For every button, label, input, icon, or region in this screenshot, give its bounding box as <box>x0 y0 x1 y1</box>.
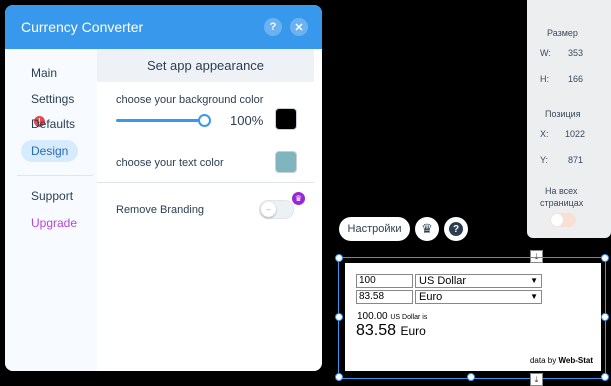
sidebar-item-upgrade[interactable]: Upgrade <box>21 212 87 234</box>
sidebar-item-label: Upgrade <box>31 216 78 230</box>
sidebar-item-label: Support <box>31 189 74 203</box>
resize-handle[interactable] <box>601 313 609 321</box>
position-title: Позиция <box>545 109 581 119</box>
chevron-down-icon: ▼ <box>530 292 538 301</box>
sidebar-item-defaults[interactable]: Defaults <box>21 113 85 135</box>
source-currency: US Dollar is <box>390 314 428 321</box>
dialog-title: Currency Converter <box>21 19 144 35</box>
sidebar-item-label: Main <box>31 66 58 80</box>
data-credit: data by Web-Stat <box>530 356 593 365</box>
bg-color-swatch[interactable] <box>275 108 297 130</box>
amount-input-2[interactable]: 83.58 <box>356 290 413 304</box>
credit-link[interactable]: Web-Stat <box>558 356 593 365</box>
sidebar-item-design[interactable]: Design <box>21 140 79 162</box>
y-label: Y: <box>540 155 549 165</box>
conversion-result: 83.58 Euro <box>356 322 426 340</box>
currency-select-value: Euro <box>419 291 443 303</box>
text-color-swatch[interactable] <box>275 151 297 173</box>
width-value[interactable]: 353 <box>568 48 583 58</box>
remove-branding-label: Remove Branding <box>116 204 205 216</box>
resize-handle[interactable] <box>467 373 475 381</box>
sidebar-item-label: Design <box>31 144 69 158</box>
opacity-value: 100% <box>230 113 264 128</box>
panel-title: Set app appearance <box>97 49 314 82</box>
conversion-source-line: 100.00 US Dollar is <box>357 311 427 322</box>
all-pages-label-line2: страницах <box>540 198 584 208</box>
premium-crown-icon: ♛ <box>292 192 305 205</box>
resize-handle[interactable] <box>601 254 609 262</box>
currency-converter-widget: 100 US Dollar ▼ 83.58 Euro ▼ 100.00 US D… <box>345 263 601 371</box>
text-color-label: choose your text color <box>116 157 224 169</box>
bg-color-label: choose your background color <box>116 94 264 106</box>
x-label: X: <box>540 129 549 139</box>
currency-select-1[interactable]: US Dollar ▼ <box>415 274 542 288</box>
sidebar-item-main[interactable]: Main <box>21 62 67 84</box>
chevron-down-icon: ▼ <box>530 276 538 285</box>
sidebar-item-label: Defaults <box>31 117 76 131</box>
sidebar: Main Settings! Defaults Design Support U… <box>5 49 97 371</box>
remove-branding-toggle[interactable]: – <box>259 200 294 219</box>
opacity-slider-handle[interactable] <box>198 114 211 127</box>
bottom-handle-icon[interactable]: ⤓ <box>530 373 543 386</box>
resize-handle[interactable] <box>601 373 609 381</box>
sidebar-item-settings[interactable]: Settings! <box>21 88 97 128</box>
width-label: W: <box>540 48 551 58</box>
widget-help-button[interactable]: ? <box>444 217 468 241</box>
height-label: H: <box>540 74 549 84</box>
dialog-header: Currency Converter ? ✕ <box>5 5 322 49</box>
result-currency: Euro <box>400 324 426 338</box>
size-title: Размер <box>547 28 578 38</box>
size-position-panel: Размер W: 353 H: 166 Позиция X: 1022 Y: … <box>527 0 611 238</box>
currency-select-2[interactable]: Euro ▼ <box>415 290 542 304</box>
sidebar-item-support[interactable]: Support <box>21 185 83 207</box>
panel-divider <box>97 182 314 183</box>
help-button[interactable]: ? <box>264 18 282 36</box>
all-pages-label-line1: На всех <box>545 186 578 196</box>
resize-handle[interactable] <box>335 373 343 381</box>
source-amount: 100.00 <box>357 311 388 322</box>
currency-select-value: US Dollar <box>419 275 467 287</box>
sidebar-item-label: Settings <box>31 92 75 106</box>
close-button[interactable]: ✕ <box>290 18 308 36</box>
amount-input-1[interactable]: 100 <box>356 274 413 288</box>
toggle-knob: – <box>261 202 276 217</box>
resize-handle[interactable] <box>335 254 343 262</box>
toggle-knob <box>551 214 563 226</box>
design-panel: Set app appearance choose your backgroun… <box>97 49 322 371</box>
settings-dialog: Currency Converter ? ✕ Main Settings! De… <box>5 5 322 371</box>
crown-icon: ♛ <box>421 221 433 236</box>
all-pages-toggle[interactable] <box>550 213 576 227</box>
credit-prefix: data by <box>529 356 557 365</box>
y-value[interactable]: 871 <box>568 155 583 165</box>
sidebar-divider <box>17 175 93 176</box>
x-value[interactable]: 1022 <box>565 129 585 139</box>
widget-settings-button[interactable]: Настройки <box>339 217 410 241</box>
help-icon: ? <box>449 222 463 236</box>
upgrade-crown-button[interactable]: ♛ <box>415 217 439 241</box>
resize-handle[interactable] <box>335 313 343 321</box>
opacity-slider-track[interactable] <box>116 119 204 122</box>
result-value: 83.58 <box>356 322 397 339</box>
height-value[interactable]: 166 <box>568 74 583 84</box>
